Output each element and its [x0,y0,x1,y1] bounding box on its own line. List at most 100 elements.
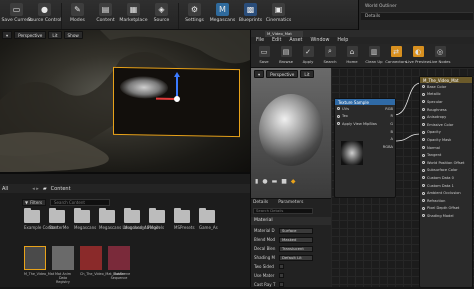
result-pin[interactable]: Shading Model [420,212,472,220]
live-nodes-button[interactable]: ◎ Live Nodes [430,46,450,67]
filters-button[interactable]: ▼ Filters [22,199,46,206]
cylinder-icon[interactable]: ▮ [255,178,258,185]
folder-item[interactable]: Megascans Launched_Ab [99,208,149,230]
result-pin[interactable]: Roughness [420,106,472,114]
use-material-checkbox[interactable] [279,273,284,278]
material-section-header[interactable]: Material [251,217,331,225]
plane-icon[interactable]: ▬ [272,178,278,185]
source-control-button[interactable]: ● Source Control [28,3,61,29]
gizmo-center[interactable] [174,95,180,103]
texture-sample-node[interactable]: Texture Sample UVs RGB Tex R Apply View Mi… [334,98,396,198]
result-pin[interactable]: Refraction [420,197,472,205]
live-preview-button[interactable]: ◐ Live Preview [406,46,430,67]
shading-model-select[interactable]: Default Lit [279,254,313,261]
result-pin[interactable]: Custom Data 1 [420,182,472,190]
modes-button[interactable]: ✎ Modes [64,3,91,29]
result-pin[interactable]: Anisotropy [420,113,472,121]
source-button[interactable]: ◈ Source [148,3,175,29]
result-pin[interactable]: Subsurface Color [420,167,472,175]
show-button[interactable]: Show [63,31,83,39]
menu-file[interactable]: File [256,38,264,43]
clean-up-button[interactable]: ▥ Clean Up [364,46,384,67]
menu-window[interactable]: Window [310,38,329,43]
pin-icon [422,138,425,142]
folder-item[interactable]: Models [149,208,165,230]
nav-arrows-icon[interactable]: ◂ ▸ [32,186,39,192]
all-label[interactable]: All [2,186,8,192]
folder-item[interactable]: StarterMe [49,208,69,230]
result-pin[interactable]: Normal [420,144,472,152]
lit-button[interactable]: Lit [48,31,62,39]
result-pin[interactable]: Tangent [420,151,472,159]
save-current-button[interactable]: ▭ Save Current [2,3,32,29]
menu-asset[interactable]: Asset [289,38,302,43]
gizmo-x-axis[interactable] [156,97,176,100]
search-button[interactable]: ⌕ Search [320,46,340,67]
result-pin[interactable]: Opacity [420,129,472,137]
folder-item[interactable]: MSPresets [174,208,195,230]
cast-ray-traced-checkbox[interactable] [279,282,284,287]
folder-item[interactable]: Megascans Plugin [124,208,160,230]
preview-options-button[interactable]: ▾ [254,70,265,78]
breadcrumb[interactable]: Content [51,186,71,192]
folder-item[interactable]: Example Content [24,208,59,230]
preview-lit-button[interactable]: Lit [300,70,314,78]
home-button[interactable]: ⌂ Home [342,46,362,67]
decal-blend-select[interactable]: Translucent [279,245,313,252]
marketplace-button[interactable]: ▦ Marketplace [119,3,148,29]
result-pin[interactable]: Specular [420,98,472,106]
pin-icon [422,130,425,134]
browse-button[interactable]: ▤ Browse [276,46,296,67]
blueprints-button[interactable]: ▩ Blueprints [237,3,264,29]
perspective-button[interactable]: Perspective [14,31,47,39]
asset-item[interactable]: M_The_Video_Mat [24,246,54,284]
material-graph[interactable]: Texture Sample UVs RGB Tex R Apply View Mi… [331,68,474,288]
result-pin[interactable]: Metallic [420,91,472,99]
save-button[interactable]: ▭ Save [254,46,274,67]
connectors-button[interactable]: ⇄ Connectors [385,46,407,67]
apply-button[interactable]: ✓ Apply [298,46,318,67]
result-pin[interactable]: Ambient Occlusion [420,189,472,197]
menu-edit[interactable]: Edit [272,38,281,43]
tab-parameters[interactable]: Parameters [278,200,303,205]
material-result-node[interactable]: M_The_Video_Mat Base Color Metallic Specul… [419,76,473,288]
node-pin[interactable]: B [335,128,395,136]
world-outliner-tab[interactable]: World Outliner [365,4,397,9]
folder-item[interactable]: Megascans [74,208,96,230]
result-pin[interactable]: Base Color [420,83,472,91]
folder-icon [199,208,215,223]
details-tabs: Details Parameters [253,200,303,205]
details-search-input[interactable]: Search Details [253,208,313,214]
node-pin[interactable]: Apply View MipBias G [335,120,395,128]
result-pin[interactable]: Emissive Color [420,121,472,129]
details-tab[interactable]: Details [361,12,473,20]
asset-item[interactable]: Master Sequence [108,246,130,284]
result-pin[interactable]: World Position Offset [420,159,472,167]
node-pin[interactable]: Tex R [335,113,395,121]
material-preview-viewport[interactable]: ▾ Perspective Lit ▮ ● ▬ ■ ◆ [251,68,331,198]
content-button[interactable]: ▤ Content [92,3,119,29]
tab-details[interactable]: Details [253,200,268,205]
settings-button[interactable]: ⚙ Settings [181,3,208,29]
viewport-options-button[interactable]: ▾ [2,31,13,39]
preview-perspective-button[interactable]: Perspective [266,70,299,78]
result-pin[interactable]: Custom Data 0 [420,174,472,182]
search-content-input[interactable]: Search Content [50,199,110,206]
megascans-button[interactable]: M Megascans [209,3,236,29]
asset-item[interactable]: Ch_The_Video_Mat_SubScene [80,246,130,284]
sphere-icon[interactable]: ● [262,178,267,185]
result-pin[interactable]: Pixel Depth Offset [420,205,472,213]
menu-help[interactable]: Help [337,38,348,43]
blend-mode-select[interactable]: Masked [279,236,313,243]
selected-video-plane[interactable] [113,66,240,138]
material-domain-select[interactable]: Surface [279,227,313,234]
asset-item[interactable]: Mat Anim Data Registry [52,246,74,284]
result-pin[interactable]: Opacity Mask [420,136,472,144]
node-pin[interactable]: UVs RGB [335,105,395,113]
level-viewport[interactable]: ▾ Perspective Lit Show [0,30,250,172]
teapot-icon[interactable]: ◆ [291,178,296,185]
cinematics-button[interactable]: ▣ Cinematics [265,3,292,29]
cube-icon[interactable]: ■ [281,178,287,185]
folder-item[interactable]: Game_As [199,208,218,230]
two-sided-checkbox[interactable] [279,264,284,269]
